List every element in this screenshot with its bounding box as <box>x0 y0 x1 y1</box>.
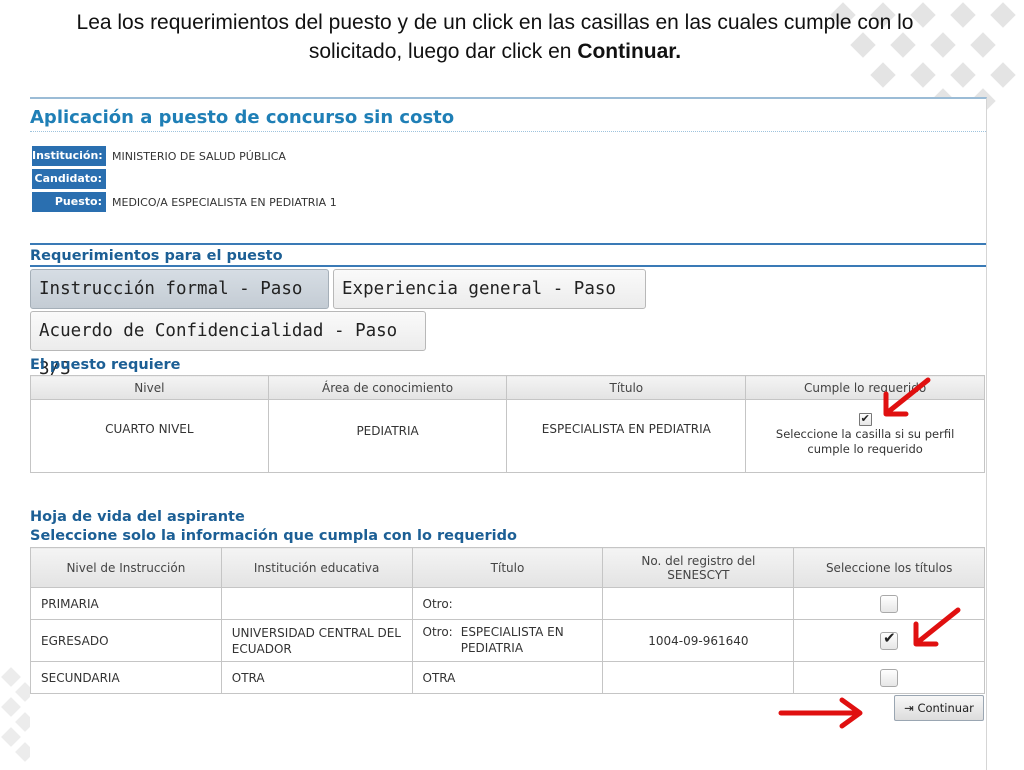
select-info-heading: Seleccione solo la información que cumpl… <box>30 528 517 544</box>
select-title-checkbox-primaria[interactable] <box>880 594 899 613</box>
tab-experiencia-general[interactable]: Experiencia general - Paso 2/3 <box>333 269 646 337</box>
section-divider <box>30 265 986 267</box>
requirements-heading: Requerimientos para el puesto <box>30 248 283 264</box>
puesto-requiere-heading: El puesto requiere <box>30 357 181 373</box>
red-arrow-icon <box>778 697 863 729</box>
cell-titulo: ESPECIALISTA EN PEDIATRIA <box>506 399 747 473</box>
column-header: Título <box>411 547 604 588</box>
continue-button[interactable]: ⇥ Continuar <box>894 695 984 721</box>
column-header: Título <box>506 375 747 400</box>
table-row: PRIMARIA Otro: <box>30 587 985 620</box>
check-icon: ✔ <box>860 412 870 425</box>
red-arrow-icon <box>913 607 961 647</box>
section-divider <box>30 243 986 245</box>
info-row-puesto: Puesto: MEDICO/A ESPECIALISTA EN PEDIATR… <box>32 192 337 212</box>
cumple-checkbox[interactable]: ✔ <box>858 412 872 426</box>
column-header: Área de conocimiento <box>267 375 508 400</box>
table-row: CUARTO NIVEL PEDIATRIA ESPECIALISTA EN P… <box>30 399 985 473</box>
table-row: SECUNDARIA OTRA OTRA <box>30 661 985 694</box>
check-icon: ✔ <box>883 628 896 647</box>
select-title-checkbox-secundaria[interactable] <box>880 668 899 687</box>
cell-nivel: CUARTO NIVEL <box>30 399 269 473</box>
cv-table: Nivel de Instrucción Institución educati… <box>30 547 985 694</box>
info-row-institucion: Institución: MINISTERIO DE SALUD PÚBLICA <box>32 146 286 166</box>
arrow-right-icon: ⇥ <box>904 701 914 715</box>
cell-area: PEDIATRIA <box>267 399 508 473</box>
instruction-text: Lea los requerimientos del puesto y de u… <box>76 11 914 63</box>
column-header: No. del registro del SENESCYT <box>602 547 795 588</box>
select-title-checkbox-egresado[interactable]: ✔ <box>880 628 899 650</box>
column-header: Nivel <box>30 375 269 400</box>
tab-instruccion-formal[interactable]: Instrucción formal - Paso 1/3 <box>30 269 329 337</box>
table-row: EGRESADO UNIVERSIDAD CENTRAL DEL ECUADOR… <box>30 619 985 662</box>
column-header: Nivel de Instrucción <box>30 547 222 588</box>
info-row-candidato: Candidato: <box>32 169 112 189</box>
column-header: Institución educativa <box>220 547 413 588</box>
column-header: Seleccione los títulos <box>793 547 985 588</box>
requirements-table: Nivel Área de conocimiento Título Cumple… <box>30 375 985 473</box>
cumple-hint: Seleccione la casilla si su perfil cumpl… <box>775 427 955 456</box>
tab-acuerdo-confidencialidad[interactable]: Acuerdo de Confidencialidad - Paso 3/3 <box>30 311 426 379</box>
hoja-de-vida-heading: Hoja de vida del aspirante <box>30 509 245 525</box>
application-panel: Aplicación a puesto de concurso sin cost… <box>30 97 987 770</box>
page-title: Aplicación a puesto de concurso sin cost… <box>30 107 986 132</box>
column-header: Cumple lo requerido <box>745 375 985 400</box>
red-arrow-icon <box>883 377 931 417</box>
